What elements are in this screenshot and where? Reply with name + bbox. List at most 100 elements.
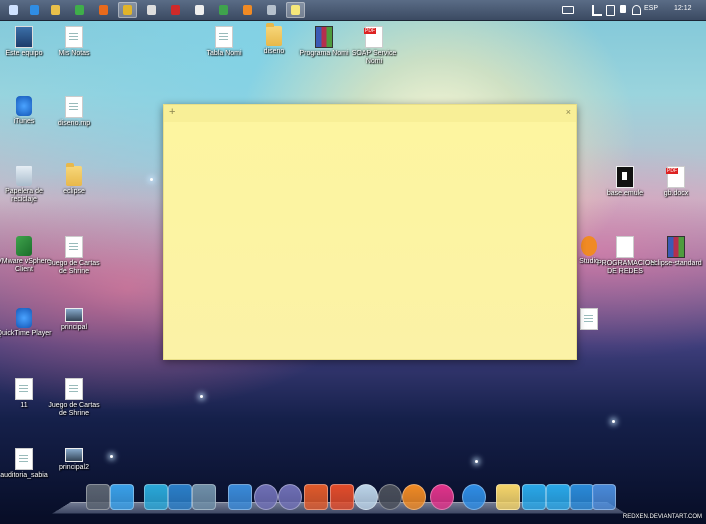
desktop-icon[interactable]: Este equipo (0, 26, 52, 58)
desktop-icon-label: principal (60, 324, 88, 331)
signal-icon[interactable] (592, 5, 602, 16)
desktop-icon[interactable]: Juego de Cartas de Shrine (46, 236, 102, 276)
firefox-icon (99, 5, 108, 15)
taskbar-button-windows-start[interactable] (4, 2, 23, 18)
taskbar-button-home[interactable] (238, 2, 257, 18)
desktop-icon-label: Este equipo (5, 50, 43, 57)
battery-icon[interactable] (562, 6, 574, 14)
desktop-icon[interactable]: Tabla Nomi (196, 26, 252, 58)
office-icon[interactable] (430, 484, 454, 510)
desktop-icon[interactable]: VMware vSphere Client (0, 236, 52, 274)
windows-start-icon (9, 5, 18, 15)
terminal-icon[interactable] (378, 484, 402, 510)
star-decoration (150, 178, 153, 181)
desktop-icon-label: PROGRAMACION DE REDES (597, 260, 656, 275)
taskbar-button-internet-explorer[interactable] (25, 2, 44, 18)
sticky-note-text-area[interactable] (164, 122, 576, 359)
git-icon[interactable] (330, 484, 354, 510)
vlc-icon[interactable] (402, 484, 426, 510)
taskbar-button-file-explorer[interactable] (46, 2, 65, 18)
taskbar-button-calculator[interactable] (142, 2, 161, 18)
add-note-button[interactable]: + (169, 106, 175, 118)
screenshot-icon[interactable] (228, 484, 252, 510)
folder-icon[interactable] (522, 484, 546, 510)
desktop-icon-label: Tabla Nomi (206, 50, 242, 57)
taskbar: ESP 12:12 (0, 0, 706, 21)
desktop-icon[interactable]: auditoria_sabia (0, 448, 52, 480)
tools-icon[interactable] (304, 484, 328, 510)
desktop-icon[interactable]: Papelera de reciclaje (0, 166, 52, 204)
desktop-icon[interactable]: iTunes (0, 96, 52, 126)
document-icon (215, 26, 233, 48)
taskbar-button-firefox[interactable] (94, 2, 113, 18)
star-decoration (200, 395, 203, 398)
desktop-icon-label: eclipse-standard (650, 260, 702, 267)
taskbar-button-acrobat[interactable] (166, 2, 185, 18)
desktop-icon[interactable]: eclipse (46, 163, 102, 196)
ie-icon[interactable] (462, 484, 486, 510)
close-note-button[interactable]: × (566, 107, 571, 117)
disc-icon[interactable] (254, 484, 278, 510)
desktop-icon-label: eclipse (63, 188, 85, 195)
taskbar-button-chrome[interactable] (214, 2, 233, 18)
taskbar-button-document[interactable] (190, 2, 209, 18)
desktop-icon[interactable]: Mis Notas (46, 26, 102, 58)
disc-icon[interactable] (278, 484, 302, 510)
star-decoration (110, 455, 113, 458)
desktop-icon[interactable]: Programa Nomi (296, 26, 352, 58)
star-decoration (475, 460, 478, 463)
winrar-icon (667, 236, 685, 258)
folder-icon (66, 163, 82, 186)
gear-app-icon (267, 5, 276, 15)
desktop-icon-label: Juego de Cartas de Shrine (48, 260, 100, 275)
desktop-icon[interactable]: 11 (0, 378, 52, 410)
document-icon (15, 378, 33, 400)
desktop-icon[interactable]: diseno.mp (46, 96, 102, 128)
photos-icon[interactable] (144, 484, 168, 510)
desktop-icon-label: QuickTime Player (0, 330, 52, 337)
desktop-icon[interactable]: principal2 (46, 448, 102, 472)
sticky-note-titlebar[interactable]: + × (164, 105, 576, 122)
desktop-icon-label: diseno.mp (57, 120, 91, 127)
desktop-icon[interactable]: eclipse-standard (648, 236, 704, 268)
desktop-icon-label: Mis Notas (58, 50, 90, 57)
network-icon[interactable] (620, 5, 626, 13)
desktop-icon[interactable]: SOAP Service Nomi (346, 26, 402, 66)
notes-icon[interactable] (496, 484, 520, 510)
evernote-icon (75, 5, 84, 15)
network-icon[interactable] (110, 484, 134, 510)
trash-icon[interactable] (592, 484, 616, 510)
desktop-icon[interactable]: Juego de Cartas de Shrine (46, 378, 102, 418)
finder-icon[interactable] (354, 484, 378, 510)
taskbar-button-sticky-notes[interactable] (286, 2, 305, 18)
taskbar-button-evernote[interactable] (70, 2, 89, 18)
mail-icon[interactable] (168, 484, 192, 510)
taskbar-button-chrome[interactable] (118, 2, 137, 18)
desktop-icon[interactable]: principal (46, 308, 102, 332)
desktop-icon[interactable]: gb.docx (648, 166, 704, 198)
document-icon (616, 236, 634, 258)
desktop-icon[interactable]: QuickTime Player (0, 308, 52, 338)
flag-icon[interactable] (606, 5, 615, 16)
taskbar-button-gear-app[interactable] (262, 2, 281, 18)
sticky-note-window[interactable]: + × (163, 104, 577, 360)
pdf-icon (364, 26, 383, 48)
desktop-icon[interactable]: PROGRAMACION DE REDES (597, 236, 656, 276)
language-indicator[interactable]: ESP (644, 5, 658, 12)
desktop-icon[interactable]: base.emule (597, 166, 653, 198)
home-icon (243, 5, 252, 15)
package-icon[interactable] (192, 484, 216, 510)
desktop-icon[interactable]: diseno (246, 23, 302, 56)
volume-icon[interactable] (632, 5, 641, 15)
document-icon (65, 378, 83, 400)
clock[interactable]: 12:12 (674, 5, 692, 12)
settings-icon[interactable] (570, 484, 594, 510)
quicktime-icon (16, 308, 32, 328)
document-icon (65, 26, 83, 48)
folder-icon[interactable] (546, 484, 570, 510)
itunes-icon (16, 96, 32, 116)
keyboard-icon[interactable] (86, 484, 110, 510)
image-icon (65, 448, 83, 462)
wallpaper-credit: REDXEN.DEVIANTART.COM (622, 514, 702, 520)
computer-icon (15, 26, 33, 48)
